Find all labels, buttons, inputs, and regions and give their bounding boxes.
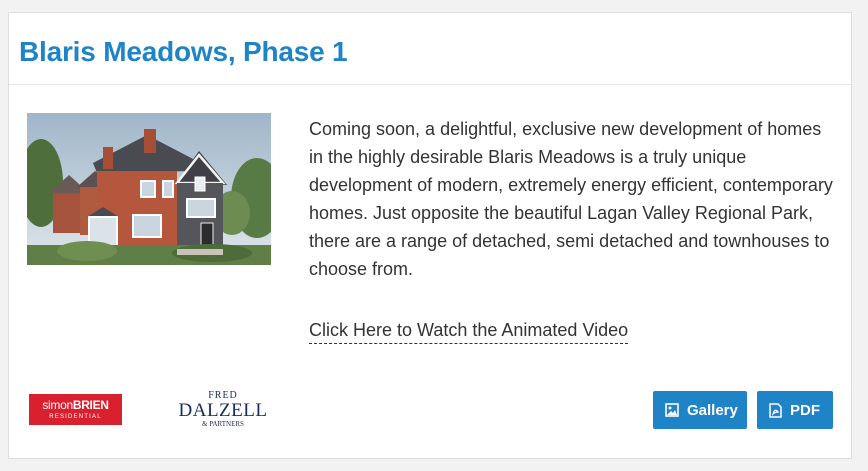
card-header: Blaris Meadows, Phase 1 — [9, 13, 851, 85]
gallery-button[interactable]: Gallery — [653, 391, 747, 429]
house-illustration — [27, 113, 271, 265]
house-image[interactable] — [27, 113, 271, 265]
pdf-button-label: PDF — [790, 401, 820, 419]
pdf-button[interactable]: PDF — [757, 391, 833, 429]
animated-video-link[interactable]: Click Here to Watch the Animated Video — [309, 317, 629, 344]
pdf-file-icon — [769, 402, 782, 418]
development-description: Coming soon, a delightful, exclusive new… — [309, 119, 833, 279]
development-card: Blaris Meadows, Phase 1 Coming soon, a d… — [8, 12, 852, 459]
simon-brien-logo[interactable]: simonBRIEN RESIDENTIAL — [29, 394, 122, 425]
gallery-button-label: Gallery — [687, 401, 738, 419]
image-icon — [665, 403, 679, 417]
fred-dalzell-logo[interactable]: FRED DALZELL & PARTNERS — [177, 391, 269, 431]
development-title[interactable]: Blaris Meadows, Phase 1 — [19, 13, 841, 69]
